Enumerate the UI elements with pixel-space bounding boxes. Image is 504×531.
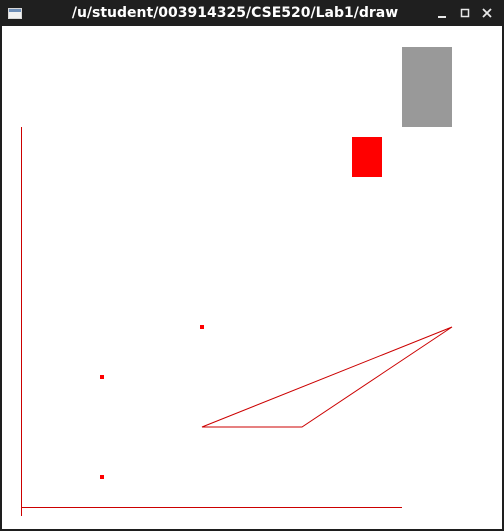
close-button[interactable] (479, 5, 495, 21)
drawing-canvas[interactable] (2, 26, 502, 529)
red-point (100, 375, 104, 379)
minimize-button[interactable] (434, 5, 450, 21)
drawing-surface (21, 47, 453, 516)
triangle-outline (201, 326, 453, 428)
window-app-icon[interactable] (8, 8, 22, 19)
close-icon (482, 8, 492, 18)
red-rectangle (352, 137, 382, 177)
red-point (200, 325, 204, 329)
title-bar[interactable]: /u/student/003914325/CSE520/Lab1/draw (0, 0, 504, 26)
maximize-button[interactable] (457, 5, 473, 21)
red-point (100, 475, 104, 479)
window-title: /u/student/003914325/CSE520/Lab1/draw (71, 5, 399, 21)
minimize-icon (438, 16, 446, 18)
gray-rectangle (402, 47, 452, 127)
app-window: /u/student/003914325/CSE520/Lab1/draw (0, 0, 504, 531)
maximize-icon (460, 8, 470, 18)
